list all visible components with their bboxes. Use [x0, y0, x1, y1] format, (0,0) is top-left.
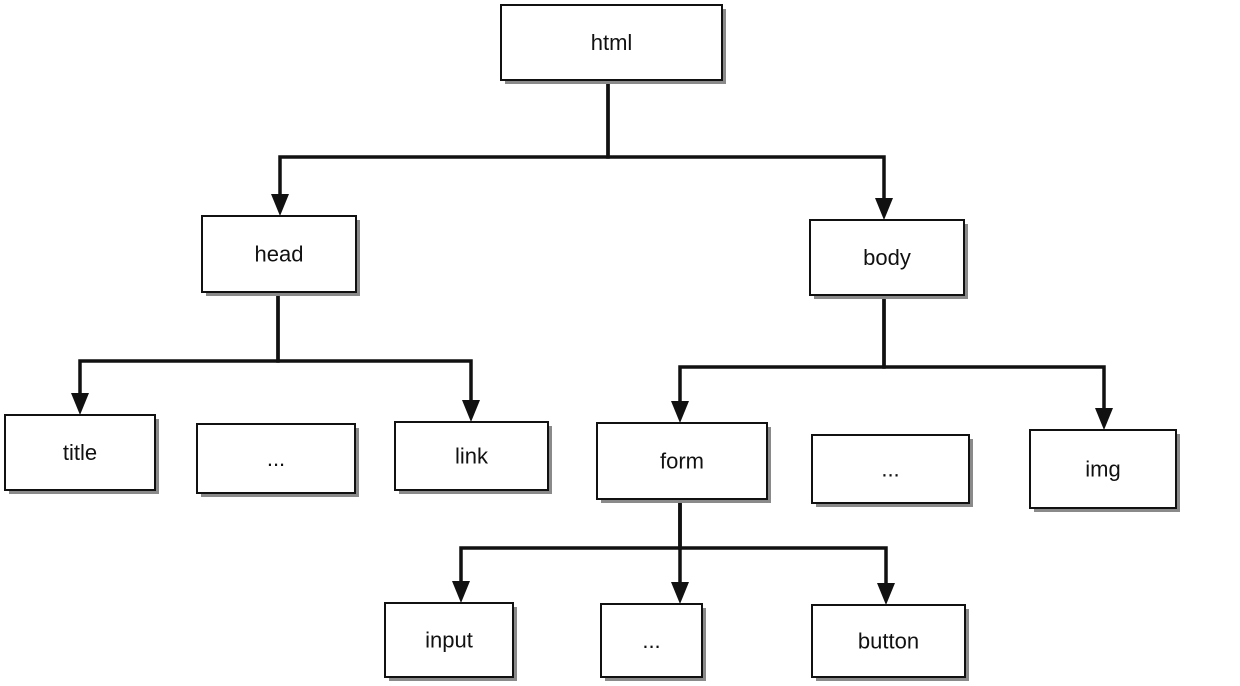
node-body: body	[809, 219, 968, 299]
node-img: img	[1029, 429, 1180, 512]
node-label: title	[63, 440, 97, 465]
node-input: input	[384, 602, 517, 681]
arrowhead-form-icon	[671, 401, 689, 423]
arrowhead-button-icon	[877, 583, 895, 605]
node-button: button	[811, 604, 969, 681]
node-label: link	[455, 444, 489, 469]
node-label: form	[660, 449, 704, 474]
arrowhead-head-icon	[271, 194, 289, 216]
edge-html-to-head	[278, 80, 610, 200]
edges-layer	[71, 80, 1113, 605]
edge-head-to-link	[276, 292, 473, 406]
node-link: link	[394, 421, 552, 494]
edge-html-to-body	[606, 80, 886, 204]
arrowhead-form-ellipsis-icon	[671, 582, 689, 604]
edge-body-to-img	[882, 295, 1106, 414]
node-label: ...	[881, 457, 899, 482]
node-body-ellipsis: ...	[811, 434, 973, 507]
node-form: form	[596, 422, 771, 503]
node-label: img	[1085, 457, 1120, 482]
dom-tree-diagram: html head body title... link form... img input.…	[4, 4, 1180, 681]
arrowhead-img-icon	[1095, 408, 1113, 430]
arrowhead-body-icon	[875, 198, 893, 220]
node-label: button	[858, 629, 919, 654]
edge-head-to-title	[78, 292, 280, 399]
edge-form-to-input	[459, 499, 682, 587]
edge-body-to-form	[678, 295, 886, 407]
node-label: head	[255, 242, 304, 267]
node-head-ellipsis: ...	[196, 423, 359, 497]
node-head: head	[201, 215, 360, 296]
node-form-ellipsis: ...	[600, 603, 706, 681]
node-html: html	[500, 4, 726, 84]
edge-form-to-button	[678, 499, 888, 589]
arrowhead-link-icon	[462, 400, 480, 422]
node-label: html	[591, 30, 633, 55]
node-label: ...	[267, 446, 285, 471]
node-title: title	[4, 414, 159, 494]
node-label: ...	[642, 628, 660, 653]
node-label: input	[425, 628, 473, 653]
arrowhead-title-icon	[71, 393, 89, 415]
arrowhead-input-icon	[452, 581, 470, 603]
node-label: body	[863, 245, 911, 270]
nodes-layer: html head body title... link form... img input.…	[4, 4, 1180, 681]
